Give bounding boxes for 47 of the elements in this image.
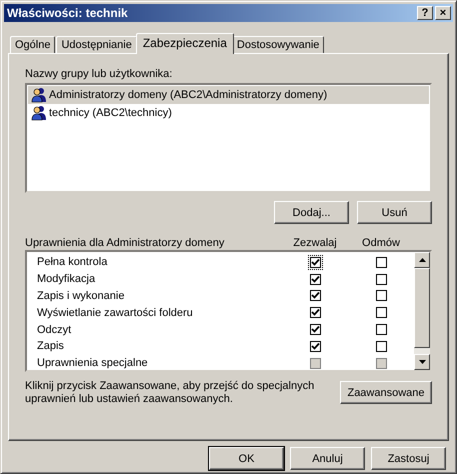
deny-checkbox[interactable] [376,340,386,352]
deny-checkbox[interactable] [376,274,386,285]
up-arrow-icon [418,258,426,262]
allow-checkbox[interactable] [310,340,320,352]
window-title: Właściwości: technik [7,6,128,20]
allow-checkbox[interactable] [310,324,320,336]
tab[interactable]: Ogólne [10,36,56,53]
tab[interactable]: Dostosowywanie [232,36,324,53]
deny-checkbox[interactable] [376,290,386,302]
permission-name: Odczyt [36,324,72,336]
scrollbar[interactable] [414,252,430,370]
dialog-button[interactable]: Zastosuj [371,447,446,470]
permission-name: Uprawnienia specjalne [36,357,149,370]
allow-checkbox[interactable] [310,256,320,268]
scroll-down-button[interactable] [414,354,430,370]
permission-name: Zapis [36,340,65,352]
deny-checkbox[interactable] [376,324,386,336]
column-header: Zezwalaj [292,237,338,249]
remove-button[interactable]: Usuń [357,201,432,224]
users-label: Nazwy grupy lub użytkownika: [25,68,174,82]
scroll-up-button[interactable] [414,252,430,268]
allow-checkbox[interactable] [310,307,320,318]
help-button[interactable]: ? [417,6,433,20]
allow-checkbox[interactable] [310,290,320,302]
tab[interactable]: Zabezpieczenia [136,33,234,54]
scroll-thumb[interactable] [414,268,430,348]
user-group-icon [31,105,47,121]
deny-checkbox[interactable] [376,256,386,268]
down-arrow-icon [418,360,426,364]
advanced-button[interactable]: Zaawansowane [340,381,432,404]
add-button[interactable]: Dodaj... [274,201,349,224]
deny-checkbox[interactable] [376,307,386,318]
permission-name: Wyświetlanie zawartości folderu [36,306,194,319]
dialog-button[interactable]: Anuluj [290,447,365,470]
user-item[interactable]: technicy (ABC2\technicy) [28,104,429,122]
allow-checkbox[interactable] [310,274,320,285]
permission-name: Modyfikacja [36,273,96,286]
user-group-icon [31,87,47,103]
permission-name: Pełna kontrola [36,256,108,268]
close-button[interactable]: × [435,6,451,20]
permissions-label: Uprawnienia dla Administratorzy domeny [25,237,226,249]
column-header: Odmów [361,237,401,249]
tab[interactable]: Udostępnianie [56,36,137,53]
dialog-button[interactable]: OK [209,447,284,470]
permission-name: Zapis i wykonanie [36,290,126,302]
advanced-hint-text: Kliknij przycisk Zaawansowane, aby przejść do specjalnych uprawnień lub ustawień zaawansowanych. [25,380,315,406]
user-item[interactable]: Administratorzy domeny (ABC2\Administratorzy domeny) [28,86,429,104]
